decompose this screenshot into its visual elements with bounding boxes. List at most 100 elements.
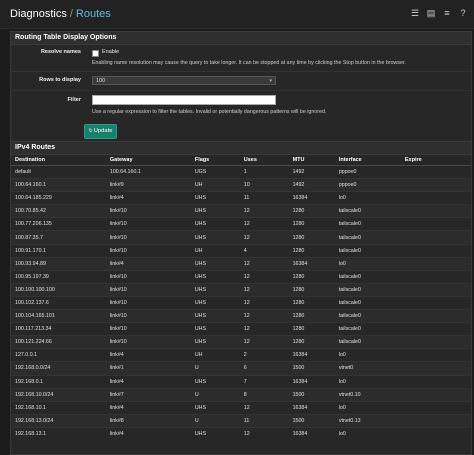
table-cell: U: [190, 413, 240, 428]
table-cell: [400, 230, 471, 245]
table-cell: 1280: [288, 322, 335, 336]
table-cell: 16384: [288, 400, 335, 415]
resolve-names-checkbox[interactable]: [92, 50, 99, 57]
table-cell: UHS: [190, 217, 240, 231]
table-cell: UHS: [190, 230, 240, 245]
table-cell: 100.121.224.66: [11, 335, 106, 349]
table-cell: [400, 217, 471, 231]
table-cell: [400, 191, 471, 205]
column-header[interactable]: Destination: [11, 154, 106, 166]
breadcrumb: Diagnostics / Routes: [10, 8, 111, 20]
table-cell: link#9: [105, 178, 191, 192]
table-cell: vtnet0.10: [334, 387, 401, 402]
table-row: 100.104.165.101 link#10 UHS 12 1280 tailscale…: [11, 309, 471, 323]
table-header-row: Destination Gateway Flags Uses MTU Inter…: [11, 154, 471, 166]
table-cell: 12: [239, 400, 289, 415]
filter-input[interactable]: [92, 95, 276, 105]
table-cell: lo0: [334, 348, 401, 362]
table-cell: 127.0.0.1: [11, 348, 106, 362]
resolve-names-checkbox-label[interactable]: Enable: [102, 49, 119, 55]
table-cell: tailscale0: [334, 322, 401, 336]
table-cell: 1492: [288, 178, 335, 192]
table-cell: 1280: [288, 269, 335, 284]
table-cell: 11: [239, 191, 289, 205]
table-cell: [400, 295, 471, 310]
table-cell: link#10: [105, 335, 191, 349]
table-cell: 100.87.35.7: [11, 230, 106, 245]
filter-help: Use a regular expression to filter the t…: [92, 109, 327, 115]
column-header[interactable]: Expire: [400, 154, 471, 166]
table-cell: [400, 361, 471, 375]
column-header[interactable]: Uses: [239, 154, 289, 166]
chevron-down-icon: ▾: [269, 78, 272, 84]
breadcrumb-section[interactable]: Diagnostics: [10, 8, 67, 20]
column-header[interactable]: Interface: [334, 154, 401, 166]
table-row: 192.168.0.1 link#4 UHS 7 16384 lo0: [11, 374, 471, 389]
table-cell: UHS: [190, 309, 240, 323]
table-row: 100.100.100.100 link#10 UHS 12 1280 tailscale…: [11, 282, 471, 297]
help-icon[interactable]: ?: [458, 8, 468, 18]
table-cell: [400, 178, 471, 192]
table-cell: UHS: [190, 335, 240, 349]
table-cell: 16384: [288, 256, 335, 271]
table-cell: 16384: [288, 191, 335, 205]
rows-to-display-label: Rows to display: [39, 77, 81, 83]
table-cell: 192.168.13.0/24: [11, 413, 106, 428]
top-bar: Diagnostics / Routes ☰ ▤ ≡ ?: [0, 0, 474, 29]
table-cell: vtnet0: [334, 361, 401, 375]
table-cell: UH: [190, 178, 240, 192]
column-header[interactable]: Flags: [190, 154, 240, 166]
table-cell: UGS: [190, 164, 240, 179]
table-cell: 12: [239, 295, 289, 310]
chart-icon[interactable]: ▤: [426, 8, 436, 18]
table-row: 100.121.224.66 link#10 UHS 12 1280 tailscale0: [11, 335, 471, 349]
table-cell: UHS: [190, 374, 240, 389]
table-cell: 12: [239, 230, 289, 245]
column-header[interactable]: Gateway: [105, 154, 191, 166]
table-cell: [400, 348, 471, 362]
table-cell: link#10: [105, 309, 191, 323]
table-row: 192.168.10.0/24 link#7 U 8 1500 vtnet0.10: [11, 387, 471, 402]
breadcrumb-current[interactable]: Routes: [76, 8, 111, 20]
table-cell: link#8: [105, 413, 191, 428]
table-cell: 192.168.10.0/24: [11, 387, 106, 402]
update-button[interactable]: ↻Update: [84, 124, 117, 139]
breadcrumb-separator: /: [69, 8, 73, 20]
table-cell: 12: [239, 282, 289, 297]
table-cell: lo0: [334, 191, 401, 205]
list-icon[interactable]: ≡: [442, 8, 452, 18]
table-cell: UHS: [190, 400, 240, 415]
table-cell: 1500: [288, 361, 335, 375]
table-cell: [400, 243, 471, 258]
table-cell: 16384: [288, 348, 335, 362]
table-cell: 1500: [288, 413, 335, 428]
table-cell: UHS: [190, 295, 240, 310]
table-row: 192.168.13.0/24 link#8 U 11 1500 vtnet0.13: [11, 413, 471, 428]
table-row: 100.64.160.1 link#9 UH 10 1492 pppoe0: [11, 178, 471, 192]
table-cell: link#1: [105, 361, 191, 375]
table-cell: 100.70.85.42: [11, 204, 106, 218]
table-cell: tailscale0: [334, 282, 401, 297]
table-cell: 1280: [288, 217, 335, 231]
table-cell: 1492: [288, 164, 335, 179]
table-cell: link#10: [105, 295, 191, 310]
table-cell: 12: [239, 256, 289, 271]
resolve-names-label: Resolve names: [40, 49, 81, 55]
table-cell: tailscale0: [334, 217, 401, 231]
table-cell: 192.168.0.1: [11, 374, 106, 389]
table-cell: link#10: [105, 269, 191, 284]
table-cell: tailscale0: [334, 269, 401, 284]
table-cell: [400, 309, 471, 323]
table-cell: link#4: [105, 256, 191, 271]
table-cell: 1280: [288, 295, 335, 310]
rows-to-display-select[interactable]: 100 ▾: [92, 76, 276, 85]
table-cell: link#10: [105, 204, 191, 218]
divider: [11, 71, 471, 72]
sliders-icon[interactable]: ☰: [410, 8, 420, 18]
table-cell: [400, 335, 471, 349]
table-row: 100.102.137.6 link#10 UHS 12 1280 tailscale0: [11, 295, 471, 310]
table-cell: 100.64.185.229: [11, 191, 106, 205]
table-cell: U: [190, 361, 240, 375]
table-cell: tailscale0: [334, 204, 401, 218]
column-header[interactable]: MTU: [288, 154, 335, 166]
